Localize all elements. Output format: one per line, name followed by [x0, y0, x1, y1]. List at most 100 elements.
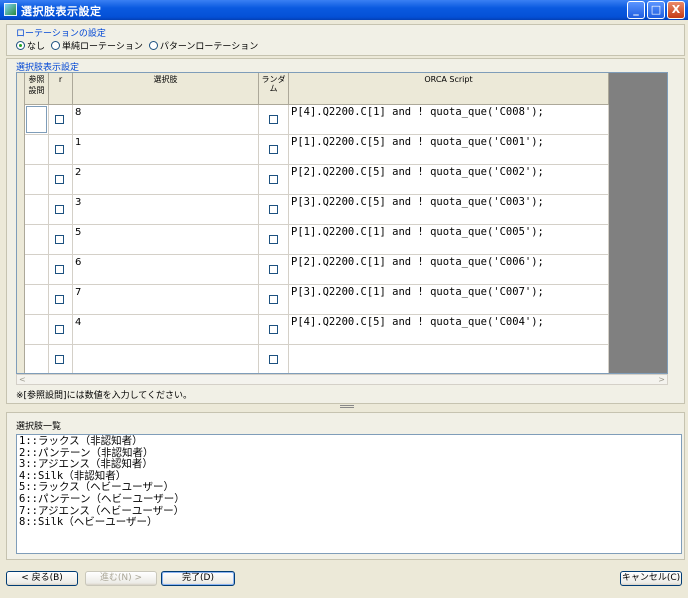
script-cell[interactable]: P[2].Q2200.C[1] and ! quota_que('C006'); — [289, 255, 609, 285]
list-item[interactable]: 1::ラックス（非認知者） — [19, 435, 679, 448]
minimize-button[interactable]: _ — [627, 1, 645, 19]
random-cell — [259, 105, 289, 135]
choice-cell[interactable]: 8 — [73, 105, 259, 135]
maximize-button[interactable]: □ — [647, 1, 665, 19]
random-checkbox[interactable] — [269, 235, 278, 244]
reference-question-cell[interactable] — [25, 195, 49, 225]
table-row[interactable]: 6 P[2].Q2200.C[1] and ! quota_que('C006')… — [25, 255, 609, 285]
r-checkbox[interactable] — [55, 265, 64, 274]
reference-question-cell[interactable] — [25, 315, 49, 345]
reference-question-cell[interactable] — [25, 165, 49, 195]
script-cell[interactable]: P[4].Q2200.C[5] and ! quota_que('C004'); — [289, 315, 609, 345]
table-row[interactable] — [25, 345, 609, 373]
horizontal-scrollbar[interactable]: < > — [16, 374, 668, 385]
script-cell[interactable]: P[1].Q2200.C[1] and ! quota_que('C005'); — [289, 225, 609, 255]
choice-cell[interactable]: 6 — [73, 255, 259, 285]
radio-dot[interactable] — [148, 41, 158, 50]
reference-question-input[interactable] — [26, 106, 47, 133]
cancel-button[interactable]: キャンセル(C) — [620, 571, 682, 586]
header-reference-question[interactable]: 参照 設問 — [25, 73, 49, 105]
radio-dot[interactable] — [16, 41, 25, 50]
r-checkbox[interactable] — [55, 355, 64, 364]
scroll-left-icon[interactable]: < — [19, 375, 26, 384]
table-row[interactable]: 7 P[3].Q2200.C[1] and ! quota_que('C007')… — [25, 285, 609, 315]
reference-question-cell[interactable] — [25, 255, 49, 285]
script-cell[interactable] — [289, 345, 609, 373]
grid-rows: 8 P[4].Q2200.C[1] and ! quota_que('C008')… — [25, 105, 609, 373]
orca-script-value: P[3].Q2200.C[1] and ! quota_que('C007'); — [291, 286, 544, 298]
random-checkbox[interactable] — [269, 265, 278, 274]
rotation-label: ローテーションの設定 — [16, 29, 106, 39]
choice-cell[interactable]: 4 — [73, 315, 259, 345]
r-checkbox[interactable] — [55, 115, 64, 124]
reference-question-cell[interactable] — [25, 105, 49, 135]
header-choice[interactable]: 選択肢 — [73, 73, 259, 105]
choice-grid[interactable]: 参照 設問 r 選択肢 ランダム ORCA Script 8 P[4].Q2200… — [16, 72, 668, 374]
choice-cell[interactable]: 7 — [73, 285, 259, 315]
r-cell — [49, 345, 73, 373]
radio-none[interactable]: なし — [16, 39, 45, 52]
reference-question-cell[interactable] — [25, 135, 49, 165]
random-cell — [259, 135, 289, 165]
choice-value: 8 — [75, 107, 82, 118]
choice-value: 4 — [75, 317, 82, 328]
choice-cell[interactable]: 2 — [73, 165, 259, 195]
script-cell[interactable]: P[2].Q2200.C[5] and ! quota_que('C002'); — [289, 165, 609, 195]
table-row[interactable]: 5 P[1].Q2200.C[1] and ! quota_que('C005')… — [25, 225, 609, 255]
close-button[interactable]: X — [667, 1, 685, 19]
header-r[interactable]: r — [49, 73, 73, 105]
rotation-options: なし 単純ローテーション パターンローテーション — [16, 39, 258, 52]
script-cell[interactable]: P[4].Q2200.C[1] and ! quota_que('C008'); — [289, 105, 609, 135]
reference-question-cell[interactable] — [25, 345, 49, 373]
header-orca-script[interactable]: ORCA Script — [289, 73, 609, 105]
r-cell — [49, 255, 73, 285]
random-checkbox[interactable] — [269, 295, 278, 304]
r-checkbox[interactable] — [55, 295, 64, 304]
table-row[interactable]: 8 P[4].Q2200.C[1] and ! quota_que('C008')… — [25, 105, 609, 135]
r-checkbox[interactable] — [55, 235, 64, 244]
reference-question-cell[interactable] — [25, 225, 49, 255]
choice-cell[interactable]: 1 — [73, 135, 259, 165]
table-row[interactable]: 1 P[1].Q2200.C[5] and ! quota_que('C001')… — [25, 135, 609, 165]
orca-script-value: P[2].Q2200.C[1] and ! quota_que('C006'); — [291, 256, 544, 268]
r-checkbox[interactable] — [55, 175, 64, 184]
radio-simple-rotation[interactable]: 単純ローテーション — [51, 39, 143, 52]
choice-cell[interactable]: 5 — [73, 225, 259, 255]
choice-cell[interactable] — [73, 345, 259, 373]
input-note: ※[参照設問]には数値を入力してください。 — [16, 391, 193, 401]
random-checkbox[interactable] — [269, 175, 278, 184]
table-row[interactable]: 3 P[3].Q2200.C[5] and ! quota_que('C003')… — [25, 195, 609, 225]
table-row[interactable]: 4 P[4].Q2200.C[5] and ! quota_que('C004')… — [25, 315, 609, 345]
choice-list-box[interactable]: 1::ラックス（非認知者） 2::パンテーン（非認知者） 3::アジエンス（非認知者… — [16, 434, 682, 554]
random-checkbox[interactable] — [269, 145, 278, 154]
next-button[interactable]: 進む(N) > — [85, 571, 157, 586]
random-checkbox[interactable] — [269, 115, 278, 124]
r-cell — [49, 105, 73, 135]
radio-pattern-rotation[interactable]: パターンローテーション — [148, 39, 258, 52]
script-cell[interactable]: P[1].Q2200.C[5] and ! quota_que('C001'); — [289, 135, 609, 165]
r-checkbox[interactable] — [55, 145, 64, 154]
random-checkbox[interactable] — [269, 325, 278, 334]
random-checkbox[interactable] — [269, 355, 278, 364]
script-cell[interactable]: P[3].Q2200.C[1] and ! quota_que('C007'); — [289, 285, 609, 315]
r-cell — [49, 285, 73, 315]
script-cell[interactable]: P[3].Q2200.C[5] and ! quota_que('C003'); — [289, 195, 609, 225]
finish-button[interactable]: 完了(D) — [161, 571, 235, 586]
header-random[interactable]: ランダム — [259, 73, 289, 105]
choice-cell[interactable]: 3 — [73, 195, 259, 225]
scroll-right-icon[interactable]: > — [658, 375, 665, 384]
r-checkbox[interactable] — [55, 205, 64, 214]
radio-dot[interactable] — [51, 41, 61, 50]
choice-value: 3 — [75, 197, 82, 208]
reference-question-cell[interactable] — [25, 285, 49, 315]
r-checkbox[interactable] — [55, 325, 64, 334]
splitter-handle[interactable] — [340, 405, 354, 408]
table-row[interactable]: 2 P[2].Q2200.C[5] and ! quota_que('C002')… — [25, 165, 609, 195]
random-checkbox[interactable] — [269, 205, 278, 214]
list-item[interactable]: 6::パンテーン（ヘビーユーザー） — [19, 493, 679, 506]
title-bar: 選択肢表示設定 _ □ X — [0, 0, 688, 20]
window-title: 選択肢表示設定 — [21, 5, 102, 18]
back-button[interactable]: < 戻る(B) — [6, 571, 78, 586]
choice-value: 5 — [75, 227, 82, 238]
list-item[interactable]: 8::Silk（ヘビーユーザー） — [19, 517, 679, 529]
